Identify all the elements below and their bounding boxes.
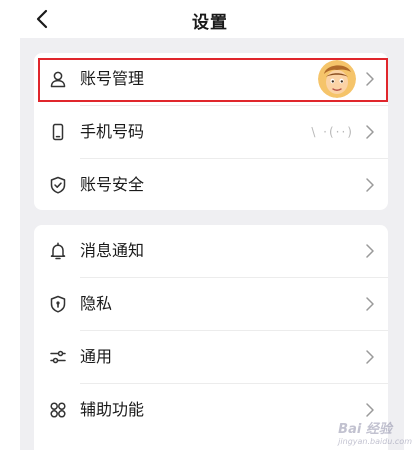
grid-cluster-icon: [48, 400, 68, 420]
settings-item-label: 隐私: [80, 294, 113, 313]
settings-item-label: 账号管理: [80, 69, 145, 88]
lock-shield-icon: [48, 294, 68, 314]
phone-number-value: \ ·(··): [311, 125, 354, 139]
account-card: 账号管理 手机号码 \ ·(··) 账号安全: [34, 53, 388, 210]
settings-item-account-security[interactable]: 账号安全: [34, 159, 388, 210]
general-card: 消息通知 隐私 通用 辅助功能: [34, 225, 388, 450]
chevron-right-icon: [366, 403, 374, 417]
shield-check-icon: [48, 175, 68, 195]
settings-item-accessibility[interactable]: 辅助功能: [34, 384, 388, 436]
settings-item-label: 手机号码: [80, 122, 145, 141]
bell-icon: [48, 241, 68, 261]
person-icon: [48, 69, 68, 89]
settings-item-label: 通用: [80, 347, 113, 366]
header: 设置: [0, 0, 420, 38]
settings-item-privacy[interactable]: 隐私: [34, 278, 388, 330]
baidu-jingyan-watermark: Bai 经验 jingyan.baidu.com: [338, 418, 412, 446]
chevron-right-icon: [366, 244, 374, 258]
settings-page: 账号管理 手机号码 \ ·(··) 账号安全 消息通知 隐私 通用 辅助功能: [20, 38, 404, 450]
chevron-right-icon: [366, 297, 374, 311]
settings-item-general[interactable]: 通用: [34, 331, 388, 383]
settings-item-notifications[interactable]: 消息通知: [34, 225, 388, 277]
settings-item-label: 账号安全: [80, 175, 145, 194]
chevron-right-icon: [366, 350, 374, 364]
settings-item-account-management[interactable]: 账号管理: [34, 53, 388, 105]
phone-icon: [48, 122, 68, 142]
avatar[interactable]: [318, 60, 356, 98]
watermark-subtext: jingyan.baidu.com: [338, 437, 412, 446]
settings-item-phone-number[interactable]: 手机号码 \ ·(··): [34, 106, 388, 158]
settings-item-label: 消息通知: [80, 241, 145, 260]
watermark-text: Bai 经验: [338, 422, 392, 437]
settings-item-label: 辅助功能: [80, 400, 145, 419]
chevron-right-icon: [366, 72, 374, 86]
chevron-right-icon: [366, 125, 374, 139]
chevron-right-icon: [366, 178, 374, 192]
sliders-icon: [48, 347, 68, 367]
page-title: 设置: [192, 13, 228, 33]
